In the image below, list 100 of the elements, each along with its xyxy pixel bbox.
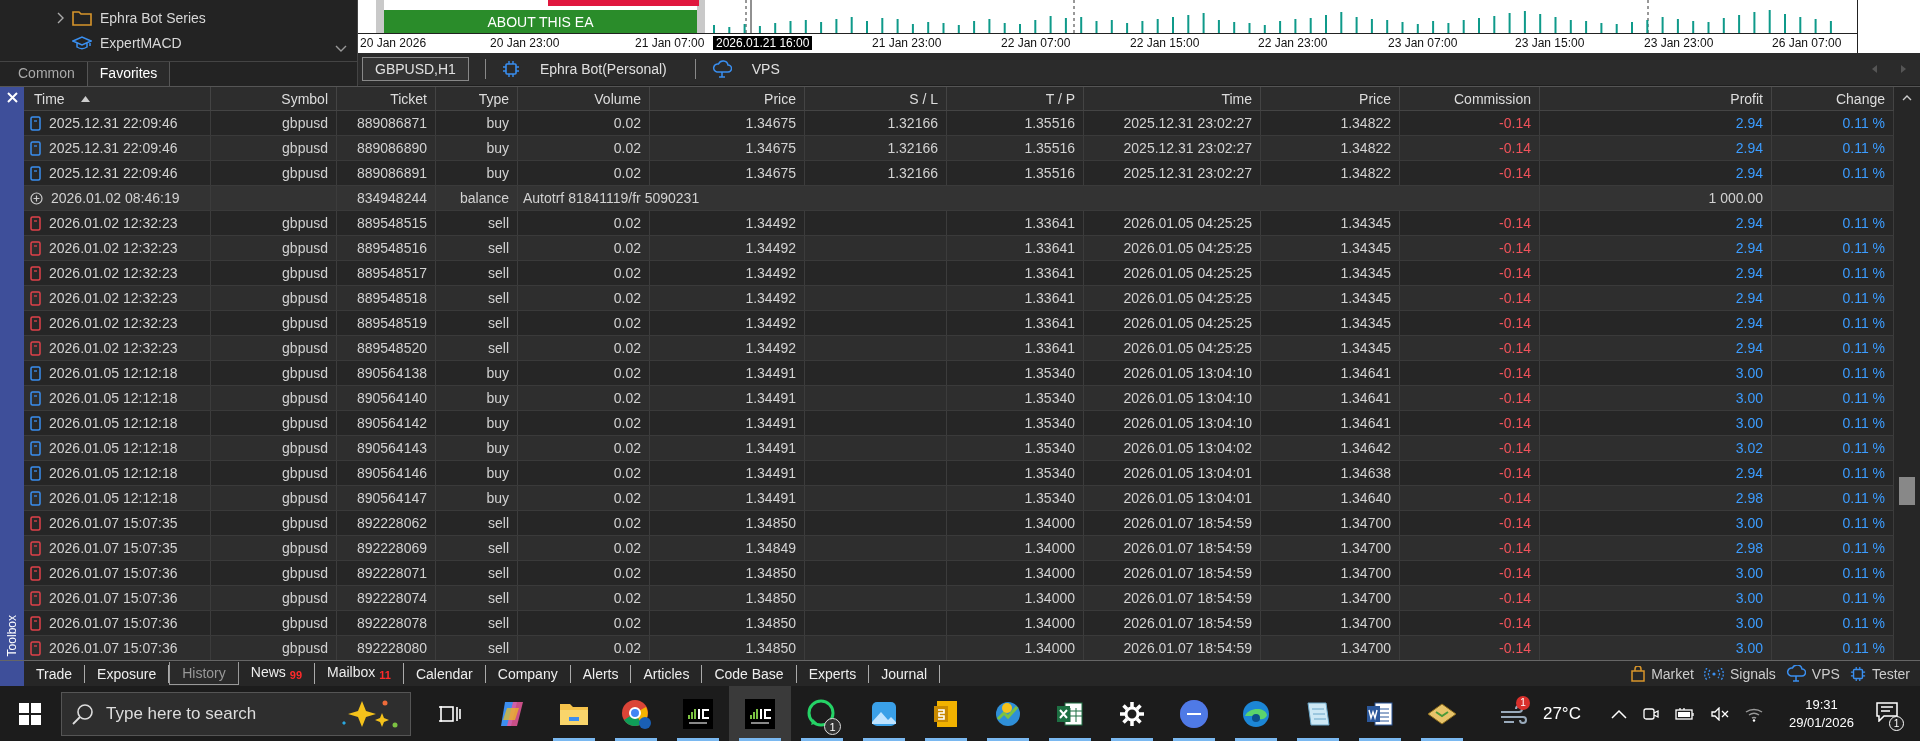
table-cell: gbpusd [282,640,328,656]
table-row[interactable]: 2025.12.31 22:09:46 gbpusd 889086871 buy 0.02 1.34675 1.32166 1.35516 2025.12.31 23:02:27 1.34822 -0.14 2.94 0.11 % [24,111,1894,136]
table-cell: 2025.12.31 22:09:46 [49,165,178,181]
table-row[interactable]: 2025.12.31 22:09:46 gbpusd 889086891 buy 0.02 1.34675 1.32166 1.35516 2025.12.31 23:02:27 1.34822 -0.14 2.94 0.11 % [24,161,1894,186]
toolbox-tab[interactable]: Trade [24,664,86,683]
table-cell: Autotrf 81841119/fr 5090231 [523,190,700,206]
table-cell: 2026.01.02 12:32:23 [49,340,178,356]
search-field[interactable]: Type here to search [104,702,330,725]
column-header[interactable]: Volume [518,87,650,110]
table-cell: 890564146 [356,465,427,481]
table-cell: 2.94 [1735,115,1763,131]
column-header[interactable]: S / L [805,87,947,110]
table-cell: 0.02 [613,540,641,556]
table-row[interactable]: 2026.01.02 12:32:23 gbpusd 889548515 sell 0.02 1.34492 1.33641 2026.01.05 04:25:25 1.34345 -0.14 2.94 0.11 % [24,211,1894,236]
toolbox-tab[interactable]: Journal [869,664,941,683]
table-cell: 1.34492 [745,215,796,231]
toolbox-tab[interactable]: Experts [796,664,870,683]
table-cell: sell [488,240,509,256]
table-cell: 3.00 [1735,565,1763,581]
column-header[interactable]: Price [1261,87,1400,110]
toolbox-tab[interactable]: Alerts [570,664,632,683]
service-link[interactable]: VPS [1811,665,1840,682]
table-cell: 1.34849 [745,540,796,556]
table-cell: buy [486,465,509,481]
table-cell: 2026.01.05 04:25:25 [1123,265,1252,281]
table-row[interactable]: 2026.01.05 12:12:18 gbpusd 890564147 buy 0.02 1.34491 1.35340 2026.01.05 13:04:01 1.34640 -0.14 2.98 0.11 % [24,486,1894,511]
service-link[interactable]: Tester [1871,665,1910,682]
table-cell: 0.02 [613,365,641,381]
table-cell: 0.11 % [1842,365,1885,381]
navigator-tab[interactable]: Favorites [87,62,171,86]
about-ea-banner[interactable]: ABOUT THIS EA [384,10,697,33]
toolbox-tab[interactable]: Calendar [403,664,486,683]
column-label: Time [1221,90,1252,107]
table-row[interactable]: 2026.01.07 15:07:35 gbpusd 892228062 sell 0.02 1.34850 1.34000 2026.01.07 18:54:59 1.34700 -0.14 3.00 0.11 % [24,511,1894,536]
table-row[interactable]: 2026.01.07 15:07:36 gbpusd 892228074 sell 0.02 1.34850 1.34000 2026.01.07 18:54:59 1.34700 -0.14 3.00 0.11 % [24,586,1894,611]
toolbox-tab[interactable]: Mailbox $_{11}$ [315,663,404,684]
toolbox-tab[interactable]: History [169,662,239,685]
table-cell: 2026.01.02 12:32:23 [49,290,178,306]
table-cell: 2026.01.05 04:25:25 [1123,215,1252,231]
navigator-item[interactable]: Ephra Bot Series [100,10,206,26]
toolbox-tab[interactable]: Company [485,664,571,683]
time-axis-label: 23 Jan 15:00 [1515,36,1585,50]
column-header[interactable]: Time [24,87,211,110]
column-header[interactable]: Commission [1400,87,1540,110]
table-cell: 2026.01.07 15:07:35 [49,540,178,556]
table-cell: 3.00 [1735,415,1763,431]
column-header[interactable]: Profit [1540,87,1772,110]
table-cell: 1.34492 [745,340,796,356]
table-cell: 1.34822 [1340,140,1391,156]
table-cell: 1.34345 [1340,215,1391,231]
column-label: Type [478,90,509,107]
column-header[interactable]: Ticket [337,87,436,110]
navigator-tab[interactable]: Common [6,62,88,86]
table-cell: -0.14 [1499,440,1531,456]
table-cell: 1.34000 [1024,615,1075,631]
column-header[interactable]: Price [650,87,805,110]
table-row[interactable]: 2026.01.05 12:12:18 gbpusd 890564142 buy 0.02 1.34491 1.35340 2026.01.05 13:04:10 1.34641 -0.14 3.00 0.11 % [24,411,1894,436]
table-cell: 1.35516 [1024,165,1075,181]
chart-tab[interactable]: Ephra Bot(Personal) [527,58,679,80]
table-row[interactable]: 2026.01.05 12:12:18 gbpusd 890564140 buy 0.02 1.34491 1.35340 2026.01.05 13:04:10 1.34641 -0.14 3.00 0.11 % [24,386,1894,411]
column-header[interactable]: Type [436,87,518,110]
service-link[interactable]: Market [1651,665,1694,682]
chart-tab[interactable]: VPS [739,58,792,80]
table-row[interactable]: 2026.01.05 12:12:18 gbpusd 890564146 buy 0.02 1.34491 1.35340 2026.01.05 13:04:01 1.34638 -0.14 2.94 0.11 % [24,461,1894,486]
table-row[interactable]: 2026.01.02 08:46:19 834948244 balance Autotrf 81841119/fr 5090231 1 000.00 [24,186,1894,211]
column-header[interactable]: Time [1084,87,1261,110]
search-field[interactable]: Type here to search [61,691,411,736]
table-row[interactable]: 2026.01.07 15:07:35 gbpusd 892228069 sell 0.02 1.34849 1.34000 2026.01.07 18:54:59 1.34700 -0.14 2.98 0.11 % [24,536,1894,561]
table-row[interactable]: 2026.01.07 15:07:36 gbpusd 892228071 sell 0.02 1.34850 1.34000 2026.01.07 18:54:59 1.34700 -0.14 3.00 0.11 % [24,561,1894,586]
table-row[interactable]: 2025.12.31 22:09:46 gbpusd 889086890 buy 0.02 1.34675 1.32166 1.35516 2025.12.31 23:02:27 1.34822 -0.14 2.94 0.11 % [24,136,1894,161]
chart-tab[interactable]: GBPUSD,H1 [362,57,469,81]
toolbox-tab[interactable]: Code Base [702,664,797,683]
table-cell: gbpusd [282,540,328,556]
toolbox-tab[interactable]: Articles [631,664,703,683]
table-row[interactable]: 2026.01.05 12:12:18 gbpusd 890564143 buy 0.02 1.34491 1.35340 2026.01.05 13:04:02 1.34642 -0.14 3.02 0.11 % [24,436,1894,461]
table-cell: 0.11 % [1842,565,1885,581]
taskbar-app-button[interactable]: 1 [791,686,853,741]
table-row[interactable]: 2026.01.02 12:32:23 gbpusd 889548517 sell 0.02 1.34492 1.33641 2026.01.05 04:25:25 1.34345 -0.14 2.94 0.11 % [24,261,1894,286]
table-cell: 1.34700 [1340,565,1391,581]
table-row[interactable]: 2026.01.02 12:32:23 gbpusd 889548520 sell 0.02 1.34492 1.33641 2026.01.05 04:25:25 1.34345 -0.14 2.94 0.11 % [24,336,1894,361]
table-row[interactable]: 2026.01.02 12:32:23 gbpusd 889548519 sell 0.02 1.34492 1.33641 2026.01.05 04:25:25 1.34345 -0.14 2.94 0.11 % [24,311,1894,336]
column-header[interactable]: T / P [947,87,1084,110]
temperature-label[interactable]: 27°C [1542,703,1581,724]
clock-date[interactable]: 29/01/2026 [1788,715,1854,730]
toolbox-tab[interactable]: News $_{99}$ [238,663,316,684]
table-cell: 0.11 % [1842,115,1885,131]
table-cell: 1.35340 [1024,390,1075,406]
table-row[interactable]: 2026.01.05 12:12:18 gbpusd 890564138 buy 0.02 1.34491 1.35340 2026.01.05 13:04:10 1.34641 -0.14 3.00 0.11 % [24,361,1894,386]
table-cell: 1.34000 [1024,590,1075,606]
table-row[interactable]: 2026.01.02 12:32:23 gbpusd 889548516 sell 0.02 1.34492 1.33641 2026.01.05 04:25:25 1.34345 -0.14 2.94 0.11 % [24,236,1894,261]
table-row[interactable]: 2026.01.07 15:07:36 gbpusd 892228080 sell 0.02 1.34850 1.34000 2026.01.07 18:54:59 1.34700 -0.14 3.00 0.11 % [24,636,1894,660]
service-link[interactable]: Signals [1729,665,1776,682]
table-cell: 0.11 % [1842,490,1885,506]
navigator-item[interactable]: ExpertMACD [100,35,182,51]
clock-time[interactable]: 19:31 [1805,697,1838,712]
table-row[interactable]: 2026.01.07 15:07:36 gbpusd 892228078 sell 0.02 1.34850 1.34000 2026.01.07 18:54:59 1.34700 -0.14 3.00 0.11 % [24,611,1894,636]
table-row[interactable]: 2026.01.02 12:32:23 gbpusd 889548518 sell 0.02 1.34492 1.33641 2026.01.05 04:25:25 1.34345 -0.14 2.94 0.11 % [24,286,1894,311]
column-header[interactable]: Symbol [211,87,337,110]
table-cell: 889086891 [356,165,427,181]
time-axis-label: 20 Jan 23:00 [490,36,560,50]
